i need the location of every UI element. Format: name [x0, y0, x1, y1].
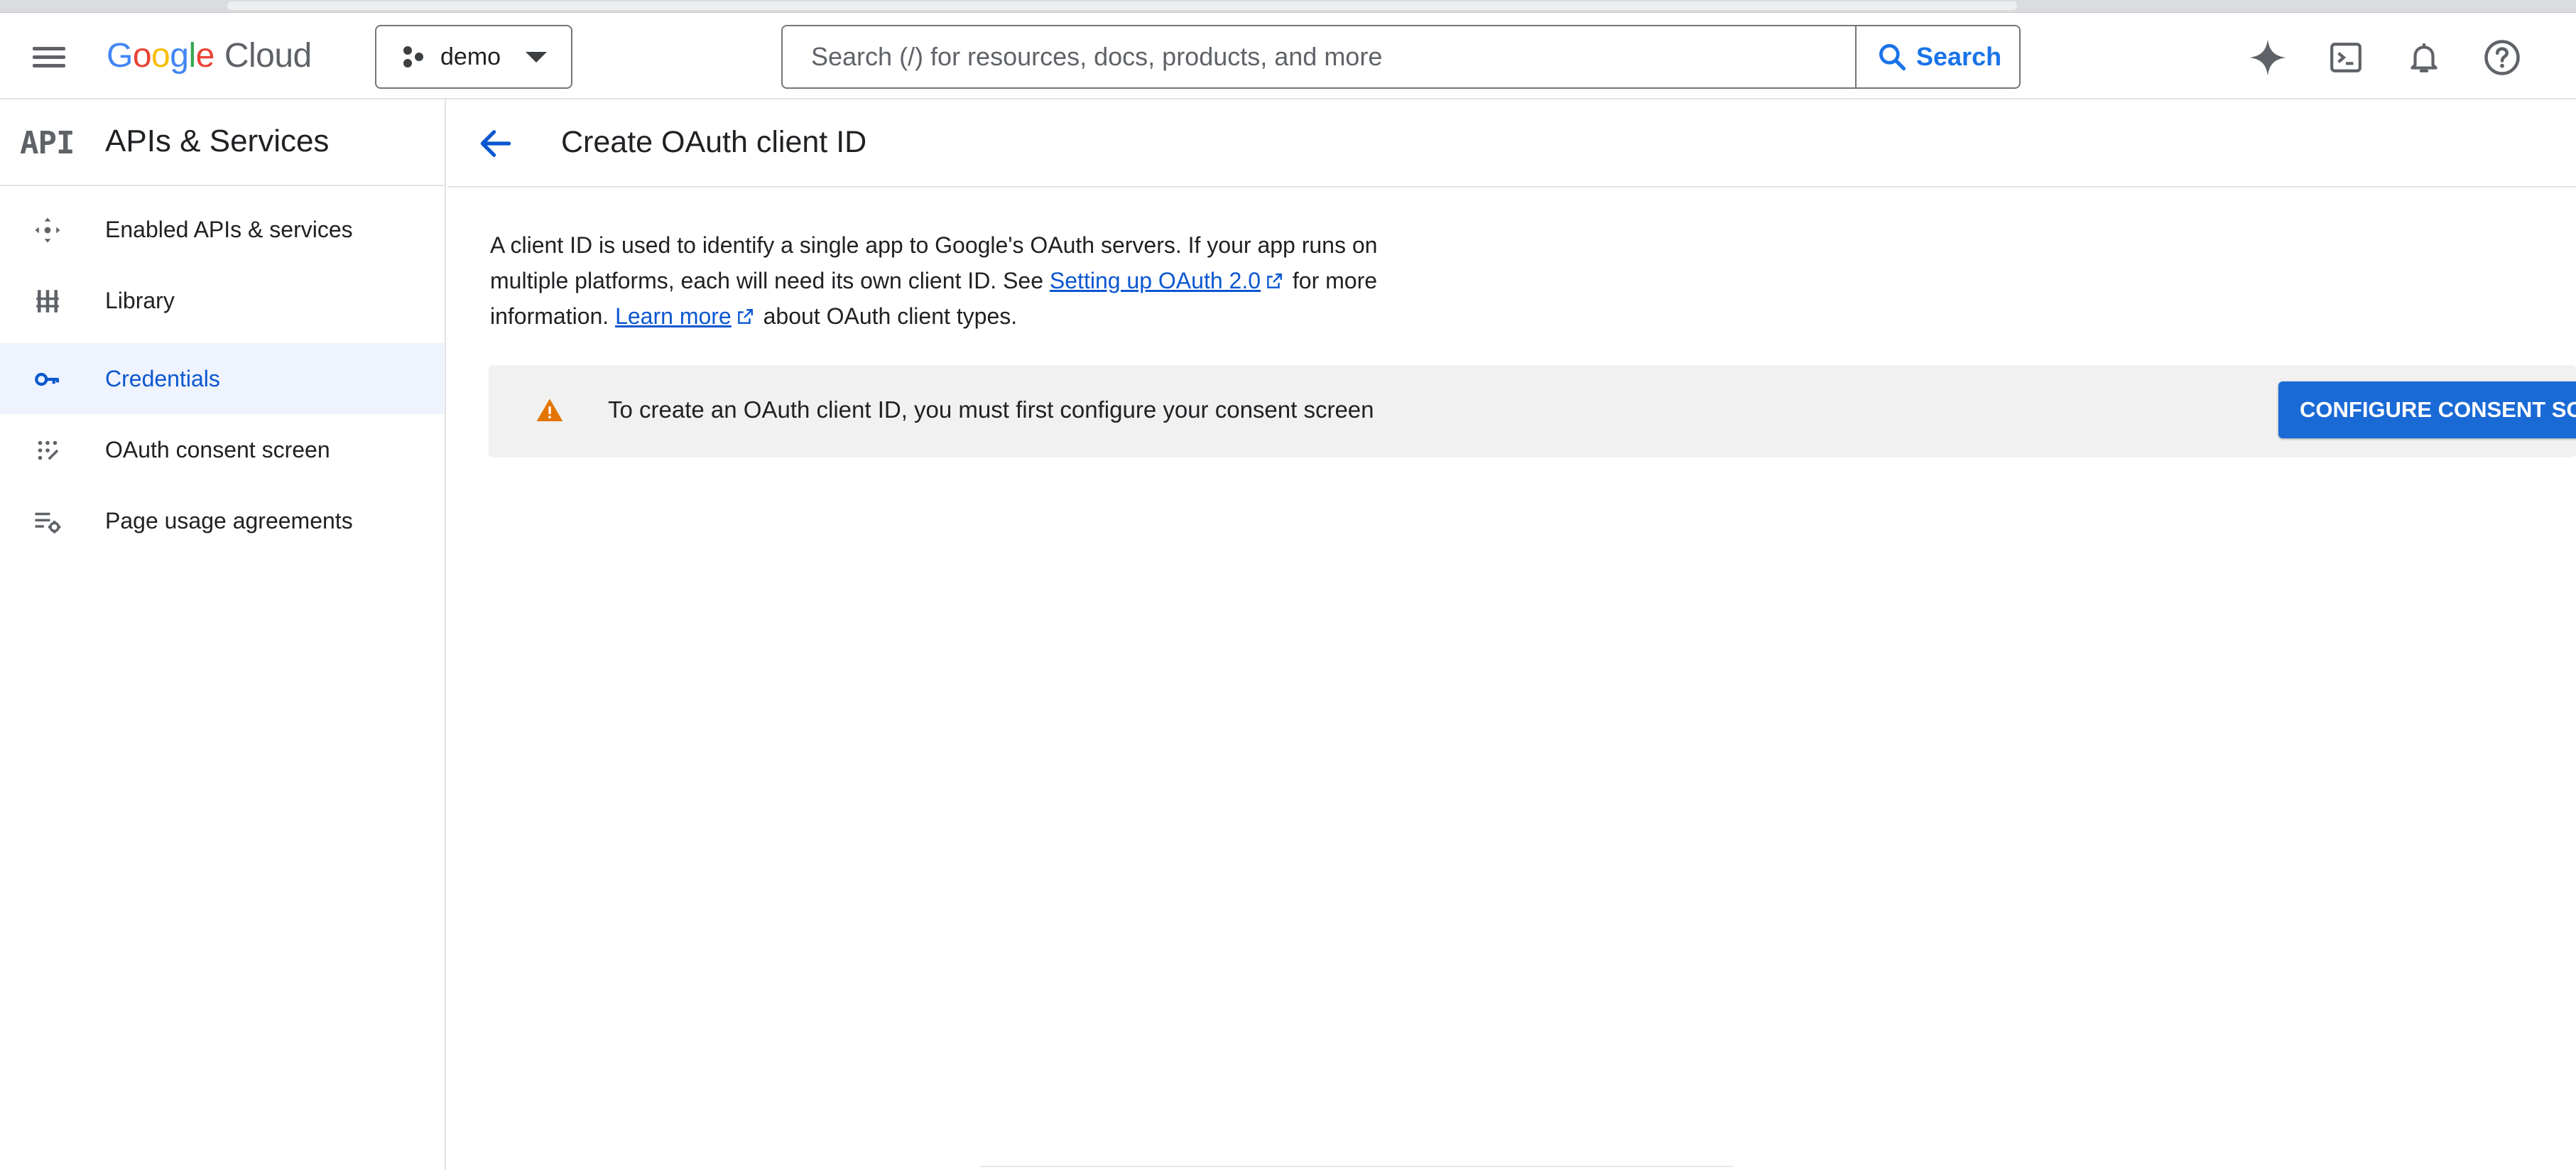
search-input[interactable]	[784, 28, 1852, 86]
browser-scroll-thumb[interactable]	[227, 1, 2017, 10]
external-link-icon	[737, 309, 753, 324]
search-button-label: Search	[1916, 42, 2002, 71]
consent-warning-banner: To create an OAuth client ID, you must f…	[489, 365, 2576, 457]
sidebar-item-page-usage-agreements[interactable]: Page usage agreements	[0, 485, 445, 556]
intro-paragraph: A client ID is used to identify a single…	[490, 232, 1378, 329]
settings-list-icon	[35, 512, 61, 533]
consent-screen-icon	[38, 440, 59, 460]
help-icon[interactable]	[2479, 34, 2526, 81]
key-icon	[35, 372, 60, 386]
api-logo-icon: API	[20, 125, 75, 161]
warning-icon	[536, 399, 563, 421]
search-icon	[1879, 44, 1906, 71]
back-arrow-icon[interactable]	[476, 124, 516, 163]
page-header: Create OAuth client ID	[447, 99, 2576, 188]
enabled-apis-icon	[35, 217, 60, 243]
chevron-down-icon	[526, 52, 547, 63]
sidebar: API APIs & Services Enabled APIs & servi…	[0, 99, 446, 1170]
main-menu-icon[interactable]	[33, 43, 68, 71]
cloud-shell-terminal-icon[interactable]	[2322, 34, 2369, 81]
notifications-bell-icon[interactable]	[2401, 34, 2447, 81]
project-picker-button[interactable]: demo	[375, 25, 572, 89]
sidebar-item-enabled-apis[interactable]: Enabled APIs & services	[0, 194, 445, 265]
top-bar: Google Cloud demo Search	[0, 13, 2576, 99]
page-title: Create OAuth client ID	[561, 125, 867, 159]
sidebar-title: APIs & Services	[105, 124, 330, 158]
sidebar-header: API APIs & Services	[0, 99, 445, 186]
sidebar-item-library[interactable]: Library	[0, 265, 445, 336]
sidebar-item-credentials[interactable]: Credentials	[0, 343, 445, 414]
project-name: demo	[440, 43, 501, 70]
browser-scrollbar	[0, 0, 2576, 13]
library-icon	[36, 290, 59, 313]
external-link-icon	[1267, 273, 1282, 288]
divider	[980, 1166, 1733, 1167]
gemini-sparkle-icon[interactable]	[2244, 34, 2291, 81]
search-button[interactable]: Search	[1855, 26, 2021, 87]
project-icon	[403, 46, 423, 67]
banner-message: To create an OAuth client ID, you must f…	[608, 396, 1374, 423]
configure-consent-screen-button[interactable]: CONFIGURE CONSENT SCREEN	[2278, 381, 2576, 438]
sidebar-item-oauth-consent-screen[interactable]: OAuth consent screen	[0, 414, 445, 485]
learn-more-link[interactable]: Learn more	[615, 303, 732, 329]
google-cloud-logo[interactable]: Google Cloud	[107, 34, 312, 77]
setting-up-oauth-link[interactable]: Setting up OAuth 2.0	[1050, 268, 1261, 293]
search-bar: Search	[781, 25, 2021, 89]
